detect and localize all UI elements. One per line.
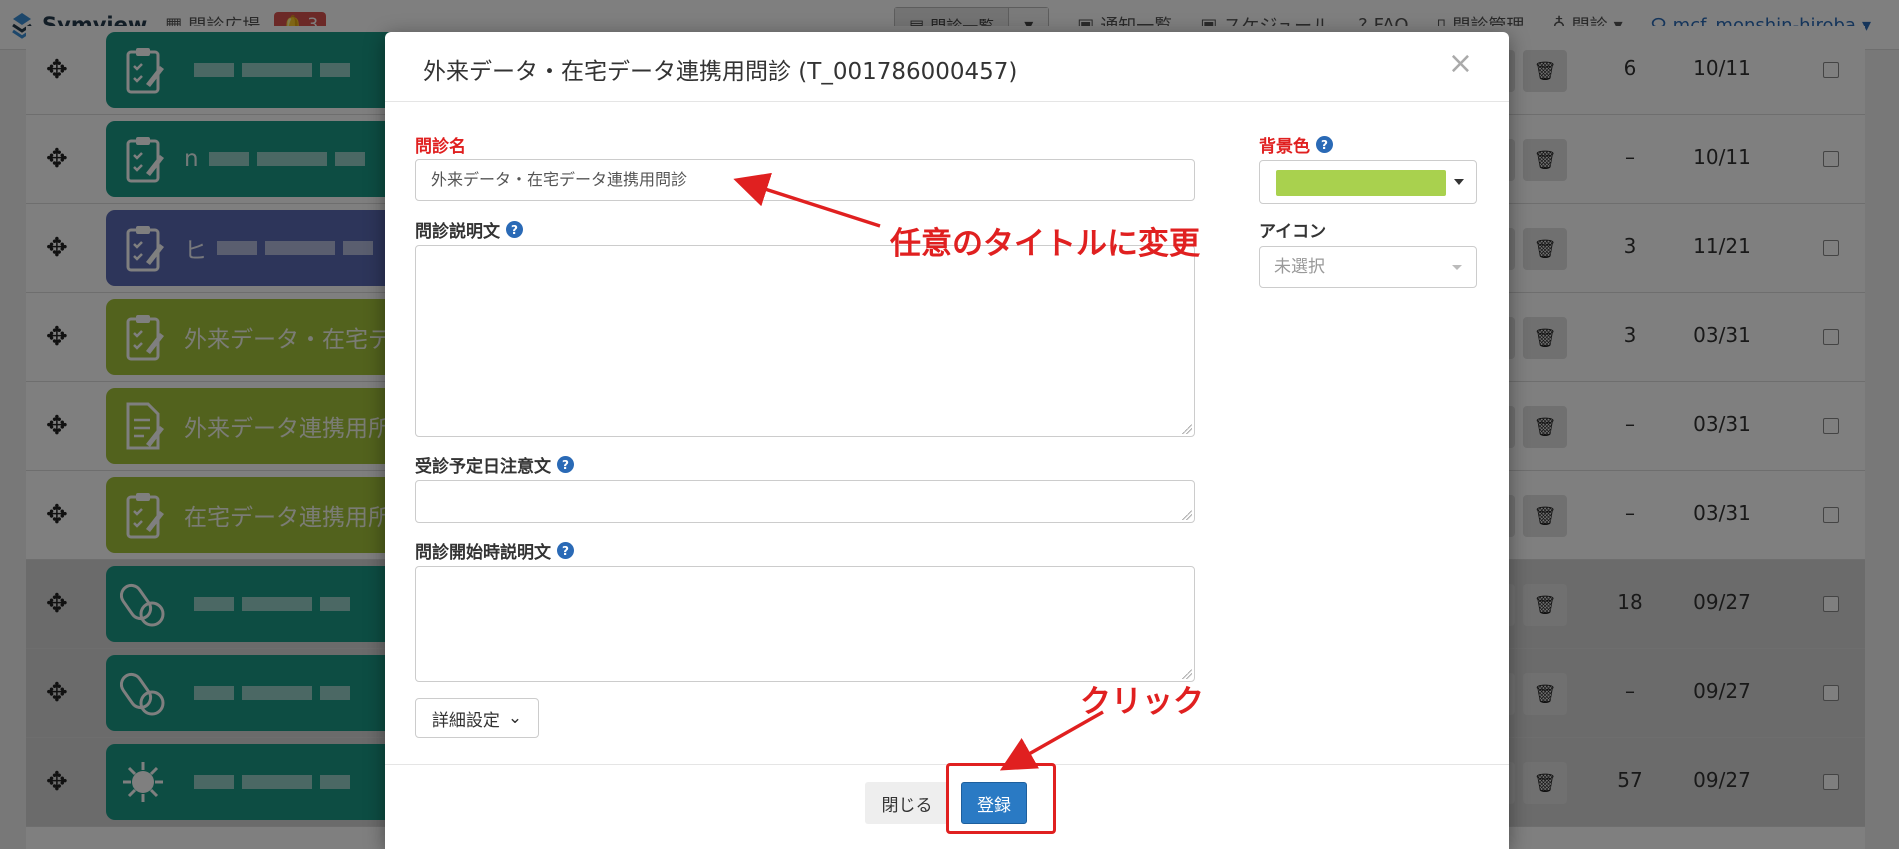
help-icon[interactable]: ?: [557, 456, 574, 473]
annotation-click-note: クリック: [1080, 684, 1204, 720]
edit-monshin-modal: 外来データ・在宅データ連携用問診 (T_001786000457) × 問診名 …: [385, 32, 1509, 849]
name-label-text: 問診名: [415, 137, 466, 157]
close-button[interactable]: 閉じる: [865, 782, 949, 824]
caret-down-icon: [1454, 179, 1464, 185]
chevron-down-icon: ⌄: [507, 708, 523, 728]
description-textarea[interactable]: [415, 245, 1195, 437]
close-button-label: 閉じる: [881, 795, 933, 816]
icon-select[interactable]: 未選択: [1259, 246, 1477, 288]
help-icon[interactable]: ?: [506, 221, 523, 238]
color-swatch: [1276, 170, 1446, 196]
name-input[interactable]: 外来データ・在宅データ連携用問診: [415, 159, 1195, 201]
detail-settings-button[interactable]: 詳細設定 ⌄: [415, 698, 539, 738]
start-description-textarea[interactable]: [415, 566, 1195, 682]
visit-note-label: 受診予定日注意文 ?: [415, 452, 574, 477]
icon-select-value: 未選択: [1274, 257, 1325, 277]
help-icon[interactable]: ?: [1316, 136, 1333, 153]
resize-grip-icon[interactable]: [1182, 424, 1192, 434]
start-description-label: 問診開始時説明文 ?: [415, 538, 574, 563]
highlight-box: [946, 763, 1056, 834]
modal-title: 外来データ・在宅データ連携用問診 (T_001786000457): [423, 59, 1018, 85]
name-label: 問診名: [415, 132, 466, 157]
close-icon[interactable]: ×: [1448, 46, 1473, 81]
help-icon[interactable]: ?: [557, 542, 574, 559]
caret-down-icon: [1452, 265, 1462, 270]
bg-color-label: 背景色 ?: [1259, 132, 1333, 157]
description-label: 問診説明文 ?: [415, 217, 523, 242]
bg-color-select[interactable]: [1259, 160, 1477, 204]
description-label-text: 問診説明文: [415, 222, 500, 242]
start-description-label-text: 問診開始時説明文: [415, 543, 551, 563]
modal-header: 外来データ・在宅データ連携用問診 (T_001786000457) ×: [385, 32, 1509, 102]
detail-settings-label: 詳細設定: [431, 710, 500, 731]
icon-label: アイコン: [1259, 217, 1326, 242]
visit-note-label-text: 受診予定日注意文: [415, 457, 551, 477]
visit-note-textarea[interactable]: [415, 480, 1195, 523]
bg-color-label-text: 背景色: [1259, 137, 1310, 157]
annotation-title-note: 任意のタイトルに変更: [890, 226, 1200, 262]
resize-grip-icon[interactable]: [1182, 510, 1192, 520]
icon-label-text: アイコン: [1259, 222, 1327, 242]
